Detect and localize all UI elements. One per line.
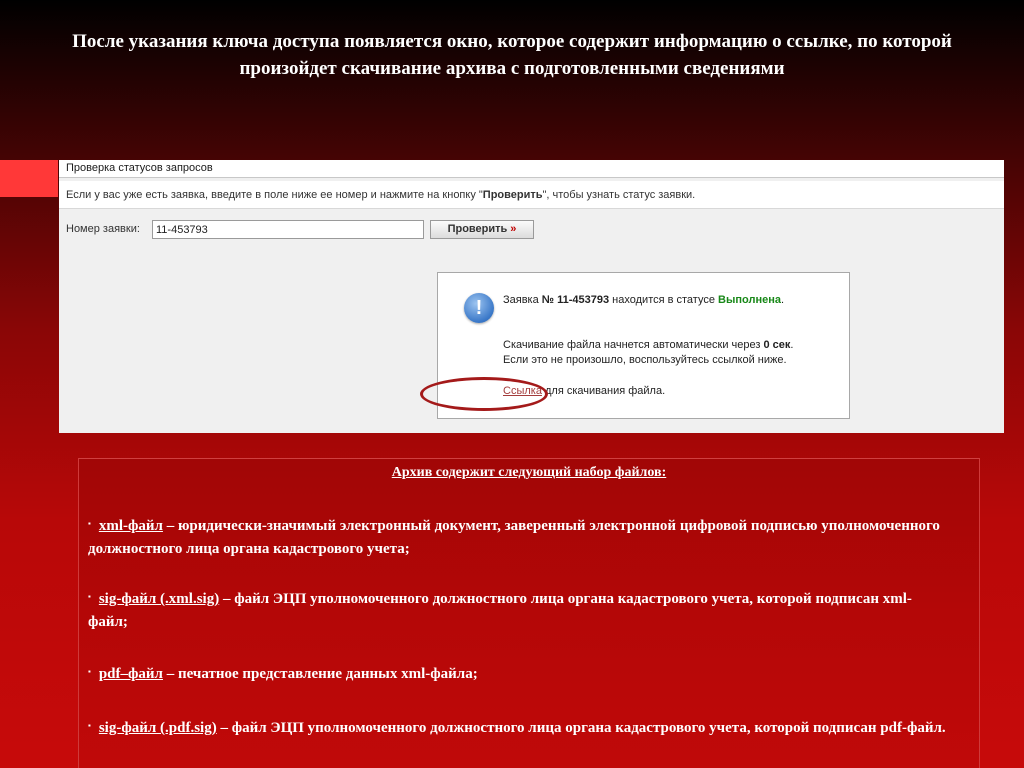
download-countdown-suffix: . — [790, 339, 794, 351]
check-button-label: Проверить — [447, 223, 508, 235]
double-arrow-icon: » — [510, 223, 517, 235]
file-description: – печатное представление данных xml-файл… — [162, 666, 478, 682]
file-name: sig-файл (.pdf.sig) — [98, 720, 217, 736]
file-name: pdf–файл — [98, 666, 163, 682]
request-number-input[interactable] — [152, 220, 424, 239]
panel-title: Проверка статусов запросов — [59, 160, 1004, 178]
download-fallback-line: Если это не произошло, воспользуйтесь сс… — [503, 354, 787, 366]
download-seconds: 0 сек — [763, 339, 791, 351]
file-item-xml-sig: ▪ sig-файл (.xml.sig) – файл ЭЦП уполномо… — [88, 585, 948, 634]
status-period: . — [780, 294, 785, 306]
bullet-icon: ▪ — [88, 667, 91, 676]
archive-heading: Архив содержит следующий набор файлов: — [391, 465, 667, 480]
file-name: sig-файл (.xml.sig) — [98, 591, 220, 607]
request-number-label: Номер заявки: — [66, 223, 140, 235]
status-value: Выполнена — [718, 294, 781, 306]
slide-title: После указания ключа доступа появляется … — [72, 31, 952, 79]
accent-bar — [0, 160, 58, 197]
link-highlight-ring — [420, 377, 548, 411]
request-number-text: № 11-453793 — [541, 294, 610, 306]
dialog-status-line: Заявка № 11-453793 находится в статусе В… — [503, 294, 784, 306]
panel-instruction: Если у вас уже есть заявка, введите в по… — [59, 181, 1004, 209]
file-item-pdf: ▪ pdf–файл – печатное представление данны… — [88, 660, 948, 686]
check-button[interactable]: Проверить» — [430, 220, 534, 239]
bullet-icon: ▪ — [88, 519, 91, 528]
download-countdown-prefix: Скачивание файла начнется автоматически … — [503, 339, 764, 351]
instruction-text-after: ", чтобы узнать статус заявки. — [542, 189, 696, 201]
file-name: xml-файл — [98, 518, 163, 534]
download-countdown-line: Скачивание файла начнется автоматически … — [503, 339, 793, 351]
file-description: – файл ЭЦП уполномоченного должностного … — [216, 720, 946, 736]
file-description: – юридически-значимый электронный докуме… — [88, 518, 940, 557]
download-link-suffix: для скачивания файла. — [541, 385, 666, 397]
archive-contents-box: Архив содержит следующий набор файлов: ▪… — [78, 458, 980, 768]
file-item-pdf-sig: ▪ sig-файл (.pdf.sig) – файл ЭЦП уполномо… — [88, 714, 948, 740]
instruction-text-before: Если у вас уже есть заявка, введите в по… — [66, 189, 483, 201]
status-prefix: Заявка — [503, 294, 542, 306]
file-item-xml: ▪ xml-файл – юридически-значимый электрон… — [88, 512, 948, 561]
bullet-icon: ▪ — [88, 592, 91, 601]
bullet-icon: ▪ — [88, 721, 91, 730]
info-exclamation-icon: ! — [464, 293, 494, 323]
instruction-button-name: Проверить — [482, 189, 543, 201]
status-middle: находится в статусе — [609, 294, 719, 306]
